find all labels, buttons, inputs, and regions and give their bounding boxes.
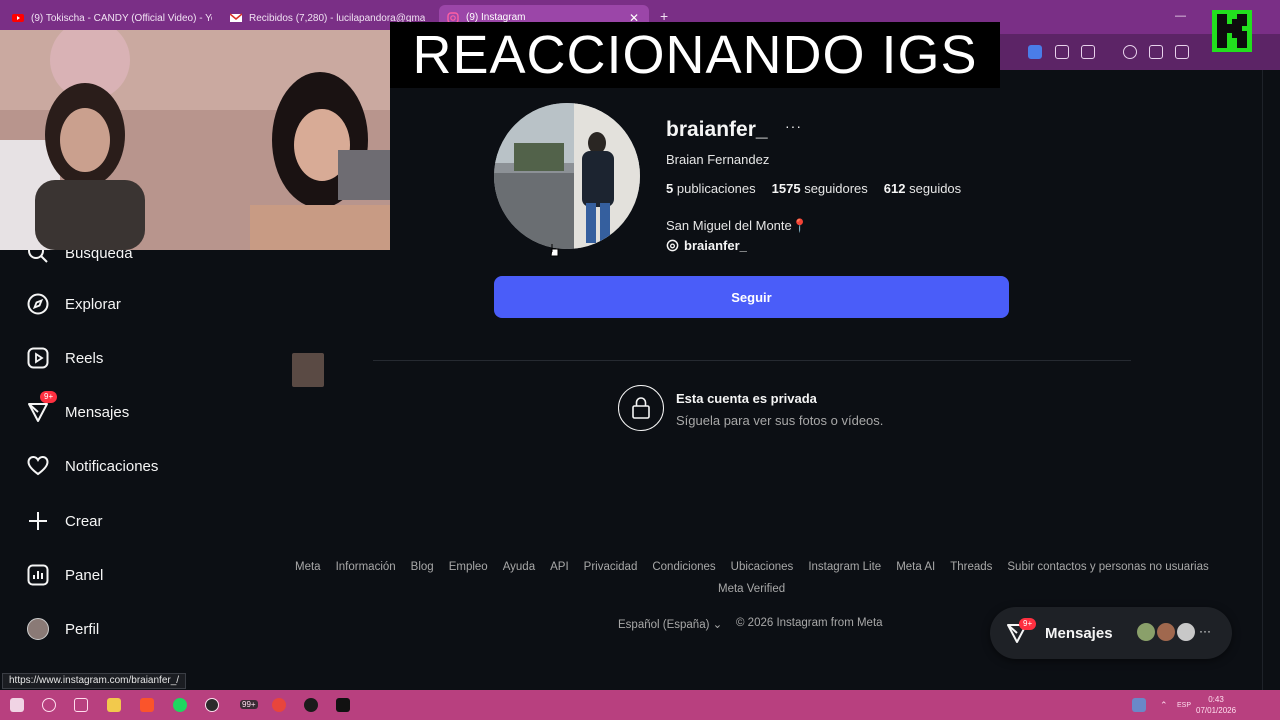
footer-link[interactable]: Información [336, 561, 396, 573]
youtube-icon [12, 14, 24, 22]
brave-browser-icon[interactable] [140, 698, 154, 712]
plus-icon [26, 509, 50, 533]
profile-location: San Miguel del Monte📍 [666, 218, 808, 233]
os-taskbar [0, 690, 1280, 720]
minimize-icon[interactable]: — [1175, 10, 1186, 22]
messages-pill-label: Mensajes [1045, 625, 1113, 642]
footer-link[interactable]: Blog [411, 561, 434, 573]
sidebar-item-crear[interactable]: Crear [26, 506, 103, 536]
tab-youtube[interactable]: (9) Tokischa - CANDY (Official Video) - … [12, 6, 212, 30]
app-badge[interactable]: 99+ [240, 700, 258, 709]
spotify-icon[interactable] [173, 698, 187, 712]
footer-link[interactable]: API [550, 561, 569, 573]
more-icon[interactable]: ··· [1199, 624, 1211, 638]
sidebar-item-explorar[interactable]: Explorar [26, 289, 121, 319]
notification-badge: 9+ [40, 391, 58, 403]
sidebar-item-perfil[interactable]: Perfil [26, 614, 99, 644]
avatar [26, 617, 50, 641]
sidebar-item-label: Panel [65, 566, 104, 584]
obs-icon[interactable] [205, 698, 219, 712]
threads-handle: braianfer_ [684, 238, 747, 253]
sidebar-item-label: Perfil [65, 620, 100, 638]
divider [373, 360, 1131, 361]
profile-full-name: Braian Fernandez [666, 152, 770, 167]
footer-link-meta-verified[interactable]: Meta Verified [718, 583, 785, 595]
chart-icon [26, 563, 50, 587]
story-thumbnail[interactable] [292, 353, 324, 387]
posts-stat: 5 publicaciones [666, 181, 756, 196]
sidebar-icon[interactable] [1149, 45, 1163, 59]
clock[interactable]: 0:43 07/01/2026 [1196, 694, 1236, 716]
avatar [1135, 621, 1157, 643]
sidebar-item-label: Explorar [65, 295, 121, 313]
windows-start-icon[interactable] [10, 698, 24, 712]
sidebar-item-label: Notificaciones [65, 457, 159, 475]
task-view-icon[interactable] [74, 698, 88, 712]
kick-logo [1212, 10, 1252, 52]
page-scroll-edge [1262, 70, 1280, 690]
language-indicator[interactable]: ESP [1177, 702, 1191, 709]
sidebar-item-panel[interactable]: Panel [26, 560, 103, 590]
chevron-up-icon[interactable]: ⌃ [1160, 700, 1168, 711]
chrome-icon[interactable] [272, 698, 286, 712]
profile-stats: 5 publicaciones 1575 seguidores 612 segu… [666, 181, 961, 196]
footer-link[interactable]: Instagram Lite [808, 561, 881, 573]
footer-link[interactable]: Threads [950, 561, 992, 573]
footer-link[interactable]: Privacidad [584, 561, 638, 573]
sidebar-item-label: Reels [65, 349, 104, 367]
footer-link[interactable]: Ubicaciones [731, 561, 794, 573]
followers-stat[interactable]: 1575 seguidores [772, 181, 868, 196]
webcam-overlay [0, 30, 390, 250]
app-icon[interactable] [304, 698, 318, 712]
search-icon[interactable] [42, 698, 56, 712]
extensions-icon[interactable] [1055, 45, 1069, 59]
stream-overlay-title: REACCIONANDO IGS [390, 22, 1000, 88]
sidebar-item-mensajes[interactable]: 9+ Mensajes [26, 391, 130, 427]
folder-icon[interactable] [107, 698, 121, 712]
footer-link[interactable]: Meta AI [896, 561, 935, 573]
footer-link[interactable]: Ayuda [503, 561, 535, 573]
music-icon[interactable] [1123, 45, 1137, 59]
tiktok-icon[interactable] [336, 698, 350, 712]
gmail-icon [230, 13, 242, 22]
compass-icon [26, 292, 50, 316]
sidebar-item-reels[interactable]: Reels [26, 343, 103, 373]
wallet-icon[interactable] [1175, 45, 1189, 59]
footer-links: Meta Información Blog Empleo Ayuda API P… [295, 561, 1220, 573]
screenshot-icon[interactable] [1081, 45, 1095, 59]
profile-avatar[interactable] [494, 103, 640, 249]
threads-link[interactable]: braianfer_ [666, 238, 747, 253]
more-options-icon[interactable]: ··· [785, 118, 802, 134]
footer-link[interactable]: Subir contactos y personas no usuarias [1007, 561, 1208, 573]
following-stat[interactable]: 612 seguidos [884, 181, 961, 196]
lock-icon [618, 385, 664, 431]
messenger-icon: 9+ [26, 391, 58, 424]
copyright: © 2026 Instagram from Meta [736, 617, 883, 629]
status-bar-url: https://www.instagram.com/braianfer_/ [2, 673, 187, 689]
notification-app-icon[interactable] [1132, 698, 1146, 712]
chevron-down-icon: ⌄ [712, 619, 723, 631]
footer-link[interactable]: Empleo [449, 561, 488, 573]
profile-username: braianfer_ [666, 118, 768, 141]
private-account-subtitle: Síguela para ver sus fotos o vídeos. [676, 413, 884, 428]
mouse-cursor [548, 243, 560, 264]
notification-badge: 9+ [1019, 618, 1037, 630]
reels-icon [26, 346, 50, 370]
sidebar-item-notificaciones[interactable]: Notificaciones [26, 451, 158, 481]
footer-link[interactable]: Meta [295, 561, 321, 573]
private-account-title: Esta cuenta es privada [676, 391, 817, 406]
follow-button[interactable]: Seguir [494, 276, 1009, 318]
sidebar-item-label: Mensajes [65, 403, 130, 421]
tab-label: (9) Tokischa - CANDY (Official Video) - … [31, 12, 212, 24]
translate-icon[interactable] [1028, 45, 1042, 59]
sidebar-item-label: Crear [65, 512, 103, 530]
threads-icon [666, 239, 679, 252]
avatar [1175, 621, 1197, 643]
language-select[interactable]: Español (España) ⌄ [618, 617, 722, 631]
footer-link[interactable]: Condiciones [652, 561, 715, 573]
heart-icon [26, 454, 50, 478]
avatar [1155, 621, 1177, 643]
